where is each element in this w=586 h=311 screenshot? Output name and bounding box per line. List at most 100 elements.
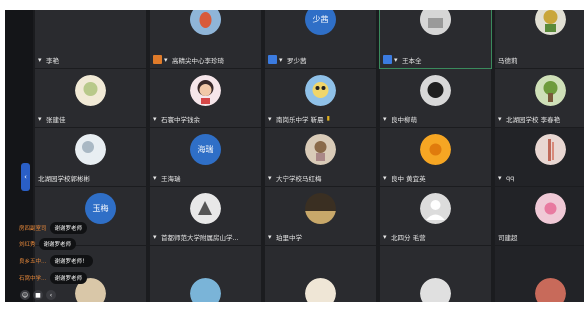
chat-sender: 良乡五中… xyxy=(19,259,47,265)
participant-name: 高精尖中心李珍琦 xyxy=(172,56,224,65)
host-badge-icon xyxy=(153,55,162,64)
chat-bubble: 谢谢罗老师 xyxy=(49,222,88,234)
microphone-icon: ▾ xyxy=(268,232,272,241)
participant-name-bar: ▾ 北湖园学校 李春艳 xyxy=(498,113,560,124)
avatar xyxy=(420,134,451,165)
participant-tile[interactable] xyxy=(265,246,376,302)
participant-tile[interactable]: ▾ qq xyxy=(495,128,584,186)
microphone-icon: ▾ xyxy=(383,232,387,241)
participant-tile[interactable] xyxy=(495,246,584,302)
participant-name: 大宁学校马红梅 xyxy=(276,174,322,183)
avatar: 少茜 xyxy=(305,10,336,35)
avatar-initials: 玉梅 xyxy=(92,204,109,213)
participant-name-bar: ▾ 张建佳 xyxy=(38,113,66,124)
meeting-window: ▾ 李艳 ▾ 高精尖中心李珍琦 少茜 ▾ 罗少茜 ▾ 王本全 马德莉 ▾ 张建佳… xyxy=(5,10,584,302)
microphone-icon: ▾ xyxy=(394,55,398,64)
chat-bubble: 谢谢罗老师！ xyxy=(49,255,93,267)
participant-grid: ▾ 李艳 ▾ 高精尖中心李珍琦 少茜 ▾ 罗少茜 ▾ 王本全 马德莉 ▾ 张建佳… xyxy=(35,10,584,302)
chevron-left-icon[interactable]: ‹ xyxy=(46,290,56,300)
participant-name-bar: 北湖园学校郭彬彬 xyxy=(38,172,90,183)
participant-name: 马德莉 xyxy=(498,56,518,65)
participant-name: 首都师范大学附属房山学... xyxy=(161,233,239,242)
participant-tile[interactable]: ▾ 良中柳萌 xyxy=(380,69,491,127)
participant-name: 良中柳萌 xyxy=(391,115,417,124)
participant-tile[interactable]: 海瑞 ▾ 王海瑞 xyxy=(150,128,261,186)
participant-name: 司建超 xyxy=(498,233,518,242)
participant-name-bar: ▾ 王海瑞 xyxy=(153,172,181,183)
participant-tile[interactable] xyxy=(380,246,491,302)
emoji-icon[interactable]: ☺ xyxy=(20,290,30,300)
participant-name-bar: ▾ 大宁学校马红梅 xyxy=(268,172,322,183)
avatar xyxy=(305,278,336,302)
participant-tile[interactable]: ▾ 北四分 毛营 xyxy=(380,187,491,245)
microphone-icon: ▾ xyxy=(383,114,387,123)
participant-tile[interactable]: ▾ 珀里中学 xyxy=(265,187,376,245)
chat-bubble: 谢谢罗老师 xyxy=(38,238,77,250)
avatar xyxy=(190,193,221,224)
participant-name-bar: ▾ 良中柳萌 xyxy=(383,113,417,124)
participant-tile[interactable]: ▾ 大宁学校马红梅 xyxy=(265,128,376,186)
participant-tile[interactable]: ▾ 首都师范大学附属房山学... xyxy=(150,187,261,245)
screen: ▾ 李艳 ▾ 高精尖中心李珍琦 少茜 ▾ 罗少茜 ▾ 王本全 马德莉 ▾ 张建佳… xyxy=(0,0,586,311)
participant-tile[interactable]: 马德莉 xyxy=(495,10,584,68)
participant-name: 张建佳 xyxy=(46,115,66,124)
participant-name: 良中 黄宜英 xyxy=(391,174,426,183)
chat-sender: 刘红秀 xyxy=(19,242,36,248)
participant-name-bar: ▾ 高精尖中心李珍琦 xyxy=(153,54,224,65)
participant-name: 南岗乐中学 靳晨 xyxy=(276,115,324,124)
cohost-badge-icon xyxy=(383,55,392,64)
participant-name-bar: ▾ 首都师范大学附属房山学... xyxy=(153,231,239,242)
avatar xyxy=(535,134,566,165)
participant-tile[interactable]: ▾ 张建佳 xyxy=(35,69,146,127)
participant-name-bar: 马德莉 xyxy=(498,54,518,65)
participant-tile[interactable]: ▾ 王本全 xyxy=(379,10,492,69)
microphone-icon: ▾ xyxy=(153,232,157,241)
participant-tile[interactable] xyxy=(150,246,261,302)
participant-tile[interactable]: ▾ 李艳 xyxy=(35,10,146,68)
microphone-icon: ▾ xyxy=(38,55,42,64)
chat-message: 刘红秀 谢谢罗老师 xyxy=(19,238,77,250)
participant-name: 珀里中学 xyxy=(276,233,302,242)
microphone-icon: ▾ xyxy=(164,55,168,64)
avatar xyxy=(535,193,566,224)
chat-sender: 石窝中学… xyxy=(19,276,47,282)
microphone-icon: ▾ xyxy=(268,173,272,182)
chat-message: 石窝中学… 谢谢罗老师 xyxy=(19,272,88,284)
microphone-icon: ▾ xyxy=(38,114,42,123)
signal-strength-icon: ▮ xyxy=(326,115,330,122)
avatar xyxy=(305,75,336,106)
avatar-initials: 少茜 xyxy=(312,15,329,24)
avatar: 海瑞 xyxy=(190,134,221,165)
chat-overlay: 房四副室司 谢谢罗老师 刘红秀 谢谢罗老师 良乡五中… 谢谢罗老师！ 石窝中学…… xyxy=(19,222,109,288)
participant-tile[interactable]: 北湖园学校郭彬彬 xyxy=(35,128,146,186)
participant-name: 北四分 毛营 xyxy=(391,233,426,242)
participant-name-bar: ▾ 王本全 xyxy=(383,54,422,65)
participant-tile[interactable]: ▾ 高精尖中心李珍琦 xyxy=(150,10,261,68)
participant-name-bar: ▾ 南岗乐中学 靳晨 ▮ xyxy=(268,113,330,124)
chat-message: 良乡五中… 谢谢罗老师！ xyxy=(19,255,93,267)
avatar xyxy=(420,193,451,224)
avatar xyxy=(190,10,221,35)
participant-tile[interactable]: ▾ 南岗乐中学 靳晨 ▮ xyxy=(265,69,376,127)
chevron-left-icon[interactable]: ‹ xyxy=(21,163,30,191)
participant-name: 北湖园学校 李春艳 xyxy=(506,115,561,124)
chat-sender: 房四副室司 xyxy=(19,226,47,232)
microphone-icon: ▾ xyxy=(498,173,502,182)
participant-name-bar: ▾ qq xyxy=(498,172,514,183)
participant-name-bar: 司建超 xyxy=(498,231,518,242)
chat-controls: ☺ ■ ‹ xyxy=(20,289,56,301)
cohost-badge-icon xyxy=(268,55,277,64)
participant-tile[interactable]: 司建超 xyxy=(495,187,584,245)
avatar xyxy=(535,75,566,106)
participant-tile[interactable]: 少茜 ▾ 罗少茜 xyxy=(265,10,376,68)
microphone-icon: ▾ xyxy=(498,114,502,123)
participant-tile[interactable]: ▾ 良中 黄宜英 xyxy=(380,128,491,186)
participant-tile[interactable]: ▾ 石寰中学钱余 xyxy=(150,69,261,127)
chat-message: 房四副室司 谢谢罗老师 xyxy=(19,222,88,234)
participant-name-bar: ▾ 石寰中学钱余 xyxy=(153,113,200,124)
participant-name: qq xyxy=(506,173,515,182)
avatar xyxy=(305,134,336,165)
avatar xyxy=(190,75,221,106)
chat-bubble-icon[interactable]: ■ xyxy=(33,290,43,300)
participant-tile[interactable]: ▾ 北湖园学校 李春艳 xyxy=(495,69,584,127)
